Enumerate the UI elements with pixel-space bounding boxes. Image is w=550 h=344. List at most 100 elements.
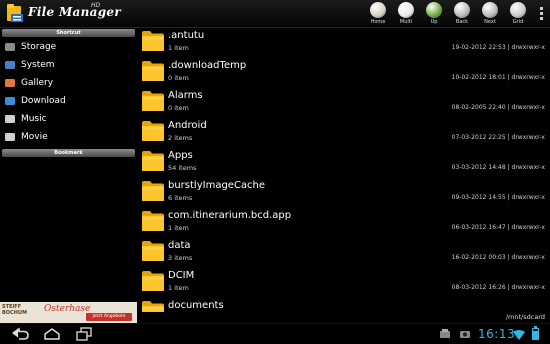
file-name: Apps — [168, 150, 193, 161]
status-clock[interactable]: 16:13 — [478, 327, 515, 341]
file-row[interactable]: .antutu 1 item 19-02-2012 22:53 | drwxrwxr… — [137, 28, 550, 58]
sidebar-item-label: Storage — [21, 42, 57, 52]
file-row[interactable]: .downloadTemp 0 item 10-02-2012 18:01 | dr… — [137, 58, 550, 88]
file-row[interactable]: documents — [137, 298, 550, 312]
toolbar-label: Next — [484, 19, 496, 25]
back-nav-icon[interactable] — [10, 327, 30, 341]
item-count: 2 items — [168, 134, 193, 142]
toolbar-label: Multi — [399, 19, 413, 25]
sidebar-item-music[interactable]: Music — [0, 110, 137, 128]
file-details: 08-02-2005 22:40 | drwxrwxr-x — [451, 104, 545, 111]
item-count: 6 items — [168, 194, 193, 202]
toolbar-button-back[interactable]: Back — [450, 2, 474, 28]
file-row[interactable]: Alarms 0 item 08-02-2005 22:40 | drwxrwxr-… — [137, 88, 550, 118]
sidebar-item-label: Download — [21, 96, 66, 106]
notification-icons — [439, 329, 471, 339]
file-row[interactable]: data 3 items 16-02-2012 00:03 | drwxrwxr-x — [137, 238, 550, 268]
toolbar-button-grid[interactable]: Grid — [506, 2, 530, 28]
file-name: com.itinerarium.bcd.app — [168, 210, 292, 221]
file-details: 07-03-2012 22:25 | drwxrwxr-x — [451, 134, 545, 141]
multi-select-icon — [398, 2, 414, 18]
toolbar-label: Grid — [512, 19, 524, 25]
folder-icon — [142, 271, 164, 291]
item-count: 3 items — [168, 254, 193, 262]
up-arrow-icon — [426, 2, 442, 18]
toolbar-label: Home — [370, 19, 386, 25]
folder-icon — [142, 151, 164, 171]
file-details: 08-03-2012 16:26 | drwxrwxr-x — [451, 284, 545, 291]
ad-banner[interactable]: STEIFF BOCHUM Osterhase Jetzt Angebote a… — [0, 302, 137, 324]
file-row[interactable]: Android 2 items 07-03-2012 22:25 | drwxrwx… — [137, 118, 550, 148]
file-row[interactable]: burstlyImageCache 6 items 09-03-2012 14:55… — [137, 178, 550, 208]
toolbar-button-home[interactable]: Home — [366, 2, 390, 28]
camera-notification-icon[interactable] — [459, 329, 471, 339]
item-count: 1 item — [168, 44, 189, 52]
sidebar-item-label: Movie — [21, 132, 48, 142]
toolbar-button-multi[interactable]: Multi — [394, 2, 418, 28]
item-count: 54 items — [168, 164, 197, 172]
gallery-icon — [4, 77, 16, 89]
overflow-menu-icon[interactable] — [540, 7, 544, 20]
app-logo-icon — [7, 4, 23, 22]
file-details: 06-03-2012 16:47 | drwxrwxr-x — [451, 224, 545, 231]
wifi-icon — [513, 330, 525, 340]
toolbar-button-next[interactable]: Next — [478, 2, 502, 28]
current-path: /mnt/sdcard — [137, 312, 550, 322]
folder-icon — [142, 91, 164, 111]
ad-cta-button[interactable]: Jetzt Angebote ansehen! — [86, 313, 132, 324]
ad-brand: STEIFF BOCHUM — [2, 304, 27, 316]
file-row[interactable]: Apps 54 items 03-03-2012 14:48 | drwxrwxr-… — [137, 148, 550, 178]
file-name: burstlyImageCache — [168, 180, 266, 191]
file-row[interactable]: DCIM 1 item 08-03-2012 16:26 | drwxrwxr-x — [137, 268, 550, 298]
file-name: DCIM — [168, 270, 195, 281]
notification-download-icon[interactable] — [439, 329, 451, 339]
sidebar-item-system[interactable]: System — [0, 56, 137, 74]
sidebar-item-movie[interactable]: Movie — [0, 128, 137, 146]
download-icon — [4, 95, 16, 107]
sidebar: Shortcut Storage System Gallery Download Mus… — [0, 28, 137, 301]
system-icon — [4, 59, 16, 71]
file-name: Android — [168, 120, 207, 131]
file-row[interactable]: com.itinerarium.bcd.app 1 item 06-03-2012 … — [137, 208, 550, 238]
movie-icon — [4, 131, 16, 143]
toolbar-label: Back — [455, 19, 469, 25]
app-title-badge: HD — [91, 2, 101, 9]
sidebar-item-gallery[interactable]: Gallery — [0, 74, 137, 92]
storage-icon — [4, 41, 16, 53]
item-count: 1 item — [168, 224, 189, 232]
next-arrow-icon — [482, 2, 498, 18]
file-name: Alarms — [168, 90, 203, 101]
ad-headline: Osterhase — [44, 304, 91, 314]
item-count: 0 item — [168, 104, 189, 112]
folder-icon — [142, 211, 164, 231]
toolbar-label: Up — [430, 19, 438, 25]
bookmark-header: Bookmark — [2, 149, 135, 157]
grid-icon — [510, 2, 526, 18]
sidebar-item-label: Music — [21, 114, 47, 124]
back-arrow-icon — [454, 2, 470, 18]
file-details: 19-02-2012 22:53 | drwxrwxr-x — [451, 44, 545, 51]
folder-icon — [142, 31, 164, 51]
folder-icon — [142, 121, 164, 141]
home-icon — [370, 2, 386, 18]
toolbar: Home Multi Up Back Next Grid — [366, 2, 530, 28]
item-count: 0 item — [168, 74, 189, 82]
folder-icon — [142, 61, 164, 81]
home-nav-icon[interactable] — [42, 327, 62, 341]
file-details: 10-02-2012 18:01 | drwxrwxr-x — [451, 74, 545, 81]
battery-icon — [532, 326, 539, 340]
recent-apps-icon[interactable] — [74, 327, 94, 341]
app-title: File Manager — [28, 5, 121, 19]
file-name: .antutu — [168, 30, 205, 41]
sidebar-item-download[interactable]: Download — [0, 92, 137, 110]
item-count: 1 item — [168, 284, 189, 292]
shortcut-header: Shortcut — [2, 29, 135, 37]
folder-icon — [142, 181, 164, 201]
file-list[interactable]: .antutu 1 item 19-02-2012 22:53 | drwxrwxr… — [137, 28, 550, 312]
file-details: 09-03-2012 14:55 | drwxrwxr-x — [451, 194, 545, 201]
file-details: 03-03-2012 14:48 | drwxrwxr-x — [451, 164, 545, 171]
toolbar-button-up[interactable]: Up — [422, 2, 446, 28]
music-icon — [4, 113, 16, 125]
sidebar-item-storage[interactable]: Storage — [0, 38, 137, 56]
app-bar: File Manager HD Home Multi Up Back Next Grid — [0, 0, 550, 28]
